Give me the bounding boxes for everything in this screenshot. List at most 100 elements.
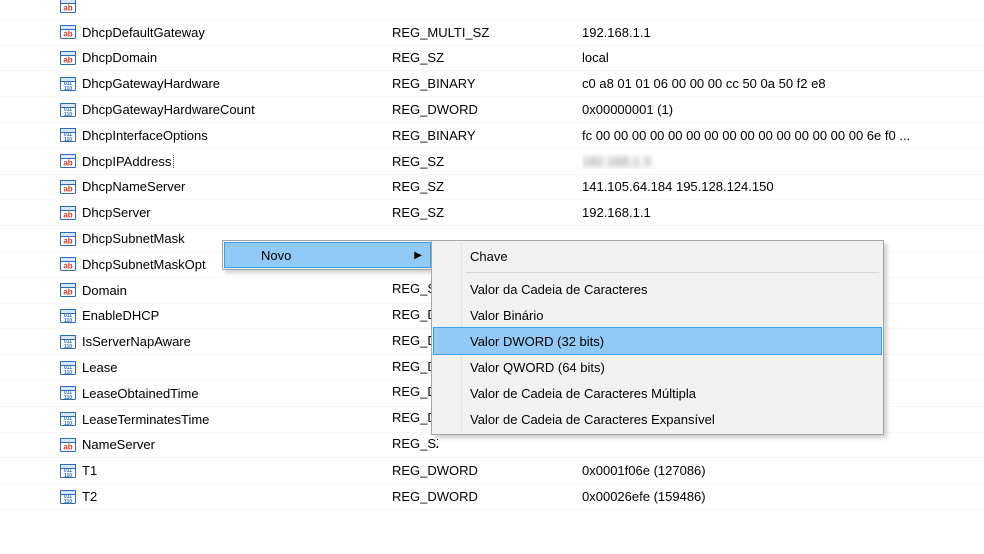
reg-string-icon: ab — [60, 0, 76, 14]
svg-text:ab: ab — [63, 159, 72, 168]
reg-binary-icon: 011110 — [60, 385, 76, 401]
registry-value-row[interactable]: ab DhcpIPAddressREG_SZ192.168.1.3 — [0, 149, 984, 175]
svg-text:ab: ab — [63, 262, 72, 271]
svg-text:110: 110 — [64, 344, 72, 350]
menu-separator — [466, 272, 879, 273]
reg-binary-icon: 011110 — [60, 102, 76, 118]
value-type: REG_SZ — [392, 436, 582, 454]
submenu-item-expansivel[interactable]: Valor de Cadeia de Caracteres Expansível — [434, 406, 881, 432]
menu-item-label: Novo — [261, 248, 291, 263]
value-name: DhcpDomain — [82, 50, 392, 65]
svg-text:110: 110 — [64, 499, 72, 505]
value-type: REG_SZ — [392, 179, 582, 194]
registry-value-row[interactable]: ab DhcpDomainREG_SZlocal — [0, 46, 984, 72]
reg-string-icon: ab — [60, 256, 76, 272]
svg-text:110: 110 — [64, 112, 72, 118]
value-name: T1 — [82, 463, 392, 478]
reg-string-icon: ab — [60, 179, 76, 195]
menu-item-label: Valor QWORD (64 bits) — [470, 360, 605, 375]
value-name: DhcpServer — [82, 205, 392, 220]
registry-value-row[interactable]: 011110DhcpInterfaceOptionsREG_BINARYfc 0… — [0, 123, 984, 149]
svg-text:110: 110 — [64, 473, 72, 479]
value-type: REG_DWORD — [392, 102, 582, 117]
registry-value-row[interactable]: ab DhcpServerREG_SZ192.168.1.1 — [0, 200, 984, 226]
value-name: DhcpInterfaceOptions — [82, 128, 392, 143]
registry-value-row[interactable]: 011110T1REG_DWORD0x0001f06e (127086) — [0, 458, 984, 484]
svg-text:110: 110 — [64, 318, 72, 324]
svg-text:110: 110 — [64, 370, 72, 376]
reg-binary-icon: 011110 — [60, 411, 76, 427]
submenu-item-multipla[interactable]: Valor de Cadeia de Caracteres Múltipla — [434, 380, 881, 406]
value-name: Domain — [82, 283, 392, 298]
value-data: 0x00026efe (159486) — [582, 489, 984, 504]
value-data: 192.168.1.1 — [582, 25, 984, 40]
reg-binary-icon: 011110 — [60, 308, 76, 324]
value-type: REG_SZ — [392, 154, 582, 169]
menu-item-label: Valor DWORD (32 bits) — [470, 334, 604, 349]
value-name: LeaseObtainedTime — [82, 386, 392, 401]
menu-item-label: Valor Binário — [470, 308, 543, 323]
value-type: REG_DWORD — [392, 463, 582, 478]
submenu-item-qword[interactable]: Valor QWORD (64 bits) — [434, 354, 881, 380]
svg-text:ab: ab — [63, 442, 72, 451]
svg-text:110: 110 — [64, 421, 72, 427]
context-submenu-novo: Chave Valor da Cadeia de Caracteres Valo… — [431, 240, 884, 435]
reg-string-icon: ab — [60, 205, 76, 221]
value-name: DhcpDefaultGateway — [82, 25, 392, 40]
reg-string-icon: ab — [60, 231, 76, 247]
registry-value-row[interactable]: ab DhcpNameServerREG_SZ141.105.64.184 195… — [0, 175, 984, 201]
value-type: REG_BINARY — [392, 76, 582, 91]
registry-value-row[interactable]: ab NameServerREG_SZ — [0, 433, 984, 459]
value-name: T2 — [82, 489, 392, 504]
value-name: DhcpNameServer — [82, 179, 392, 194]
reg-binary-icon: 011110 — [60, 360, 76, 376]
svg-text:ab: ab — [63, 288, 72, 297]
registry-value-row[interactable]: 011110T2REG_DWORD0x00026efe (159486) — [0, 484, 984, 510]
value-name: NameServer — [82, 437, 392, 452]
svg-text:ab: ab — [63, 30, 72, 39]
value-type: REG_SZ — [392, 205, 582, 220]
value-data: c0 a8 01 01 06 00 00 00 cc 50 0a 50 f2 e… — [582, 76, 984, 91]
svg-text:ab: ab — [63, 55, 72, 64]
submenu-item-binario[interactable]: Valor Binário — [434, 302, 881, 328]
registry-value-row[interactable]: ab DhcpDefaultGatewayREG_MULTI_SZ192.168.… — [0, 20, 984, 46]
submenu-item-chave[interactable]: Chave — [434, 243, 881, 269]
registry-value-row[interactable]: ab — [0, 0, 984, 20]
svg-text:110: 110 — [64, 137, 72, 143]
value-type: REG_SZ — [392, 50, 582, 65]
context-menu: Novo ▶ — [222, 240, 433, 270]
reg-string-icon: ab — [60, 437, 76, 453]
submenu-item-dword[interactable]: Valor DWORD (32 bits) — [433, 327, 882, 355]
value-name: DhcpGatewayHardwareCount — [82, 102, 392, 117]
registry-value-row[interactable]: 011110 DhcpGatewayHardwareCountREG_DWORD0… — [0, 97, 984, 123]
value-data: 141.105.64.184 195.128.124.150 — [582, 179, 984, 194]
value-data: 192.168.1.3 — [582, 154, 984, 169]
value-data: 0x0001f06e (127086) — [582, 463, 984, 478]
registry-value-row[interactable]: 011110DhcpGatewayHardwareREG_BINARYc0 a8… — [0, 71, 984, 97]
value-name: DhcpIPAddress — [82, 154, 392, 169]
submenu-item-cadeia[interactable]: Valor da Cadeia de Caracteres — [434, 276, 881, 302]
reg-string-icon: ab — [60, 282, 76, 298]
value-type: REG_DWORD — [392, 489, 582, 504]
value-type: REG_MULTI_SZ — [392, 25, 582, 40]
value-name: IsServerNapAware — [82, 334, 392, 349]
reg-binary-icon: 011110 — [60, 334, 76, 350]
submenu-arrow-icon: ▶ — [414, 250, 422, 261]
value-data: 0x00000001 (1) — [582, 102, 984, 117]
menu-item-label: Chave — [470, 249, 508, 264]
value-name: EnableDHCP — [82, 308, 392, 323]
value-name: Lease — [82, 360, 392, 375]
svg-text:ab: ab — [63, 4, 72, 13]
value-name: DhcpGatewayHardware — [82, 76, 392, 91]
value-data: local — [582, 50, 984, 65]
value-data: 192.168.1.1 — [582, 205, 984, 220]
reg-binary-icon: 011110 — [60, 127, 76, 143]
menu-item-novo[interactable]: Novo ▶ — [224, 242, 431, 268]
value-type: REG_BINARY — [392, 128, 582, 143]
svg-text:110: 110 — [64, 86, 72, 92]
menu-item-label: Valor da Cadeia de Caracteres — [470, 282, 648, 297]
reg-string-icon: ab — [60, 50, 76, 66]
menu-item-label: Valor de Cadeia de Caracteres Expansível — [470, 412, 715, 427]
svg-text:110: 110 — [64, 395, 72, 401]
reg-string-icon: ab — [60, 153, 76, 169]
